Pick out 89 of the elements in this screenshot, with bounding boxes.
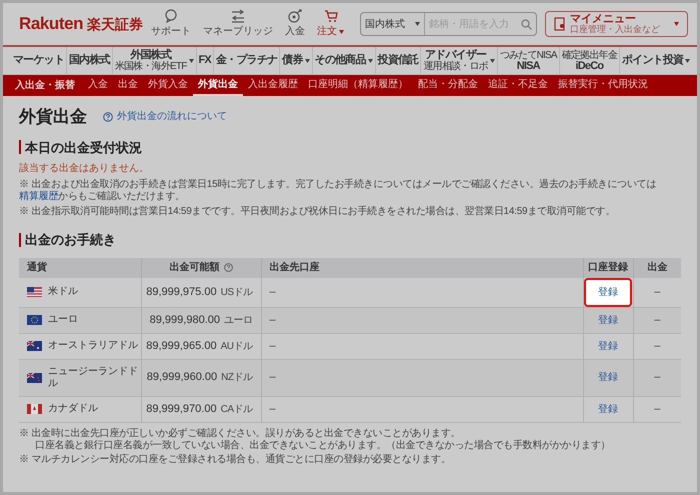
column-header: 口座登録 [583,258,633,278]
flag-icon [27,404,42,414]
withdraw-value: – [654,340,660,352]
register-link[interactable]: 登録 [590,365,626,390]
section-heading: 出金のお手続き [25,231,116,249]
flag-icon [27,287,42,297]
withdraw-value: – [654,286,660,298]
amount-value: 89,999,980.00 [150,314,220,326]
notice-text: 該当する出金はありません。 [19,162,150,176]
account-value: – [270,286,276,298]
nav-item[interactable]: 外国株式 米国株・海外ETF [112,47,196,74]
flag-icon [27,341,42,351]
nav-item[interactable]: 確定拠出年金 iDeCo [558,47,619,74]
nav-item[interactable]: 債券 [279,47,312,74]
amount-value: 89,999,975.00 [146,286,217,298]
currency-name: 米ドル [48,286,78,298]
note-text: ※ マルチカレンシー対応の口座をご登録される場合も、通貨ごとに口座の登録が必要となります。 [19,454,452,466]
section-label: 入出金・振替 [14,78,76,93]
flag-icon [27,372,42,382]
amount-value: 89,999,970.00 [146,402,217,415]
currency-unit: CAドル [220,404,252,415]
nav-item[interactable]: マーケット [11,47,66,74]
subnav-tab[interactable]: 外貨入金 [143,75,193,96]
register-link[interactable]: 登録 [590,396,626,422]
caret-icon [415,22,420,26]
note-text: ※ 出金時に出金先口座が正しいか必ずご確認ください。誤りがあると出金できないことがあります。 [19,428,462,440]
subnav-tab[interactable]: 外貨出金 [193,75,243,96]
register-link[interactable]: 登録 [584,278,632,306]
account-value: – [270,371,276,384]
subnav-tab[interactable]: 出金 [113,75,143,96]
note-text: ※ 出金指示取消可能時間は営業日14:59までです。平日夜間および祝休日にお手続きをされた場合は、翌営業日14:59まで取消可能です。 [19,206,616,218]
my-menu-button[interactable]: マイメニュー 口座管理・入出金など [545,11,688,37]
column-header: 出金 [633,258,681,278]
account-value: – [270,402,276,415]
subnav-tab[interactable]: 入金 [83,75,113,96]
currency-unit: USドル [220,286,252,298]
account-value: – [270,340,276,352]
nav-item[interactable]: 投資信託 [374,47,420,74]
account-value: – [270,314,276,326]
currency-unit: NZドル [221,372,252,384]
nav-item[interactable]: FX [196,47,213,74]
header-tool-button[interactable]: 入金 [285,9,306,39]
nav-item[interactable]: ポイント投資 [618,47,692,74]
subnav-tab[interactable]: 口座明細（精算履歴） [303,75,413,96]
section-heading: 本日の出金受付状況 [25,138,142,156]
register-link[interactable]: 登録 [590,308,626,332]
amount-value: 89,999,965.00 [146,340,217,352]
nav-item[interactable]: 国内株式 [66,47,112,74]
help-link[interactable]: 外貨出金の流れについて [103,109,227,124]
nav-item[interactable]: その他商品 [312,47,375,74]
logo-text[interactable]: 楽天証券 [87,14,144,36]
withdraw-value: – [654,402,660,415]
note-text: 口座名義と銀行口座名義が一致していない場合、出金できないことがあります。（出金できなかった場合でも手数料がかかります） [34,440,612,452]
column-header: 出金可能額 [170,260,220,275]
subnav-tab[interactable]: 入出金履歴 [243,75,303,96]
currency-unit: AUドル [220,340,252,352]
column-header: 通貨 [19,258,141,278]
withdraw-value: – [654,314,660,326]
question-icon [103,112,113,122]
column-header: 出金先口座 [261,258,583,278]
history-link[interactable]: 精算履歴 [19,191,58,202]
note-text: ※ 出金および出金取消のお手続きは営業日15時に完了します。完了したお手続きについてはメールでご確認ください。過去のお手続きについては 精算履歴からもご確認いただけます。 [19,179,658,203]
header-tool-button[interactable]: マネーブリッジ [203,9,274,39]
logo-text[interactable]: Rakuten [19,11,84,37]
transfer-arrows-icon [231,9,246,23]
nav-item[interactable]: アドバイザー 運用相談・ロボ [420,47,497,74]
currency-name: ニュージーランドドル [48,366,139,390]
currency-name: カナダドル [48,403,98,415]
cart-icon [324,9,338,23]
category-dropdown[interactable]: 国内株式 [361,13,426,35]
nav-item[interactable]: つみたてNISA NISA [496,47,559,74]
chat-bubble-icon [164,9,178,23]
nav-item[interactable]: 金・プラチナ [212,47,280,74]
subnav-tab[interactable]: 振替実行・代用状況 [553,75,653,96]
subnav-tab[interactable]: 追証・不足金 [483,75,553,96]
header-tool-button[interactable]: 注文 [317,9,344,39]
register-link[interactable]: 登録 [590,334,626,358]
flag-icon [27,315,42,325]
currency-name: オーストラリアドル [48,340,138,352]
question-icon [224,263,232,272]
page-title: 外貨出金 [19,106,87,128]
currency-unit: ユーロ [224,314,252,326]
search-icon [521,18,532,30]
subnav-tab[interactable]: 配当・分配金 [413,75,483,96]
withdraw-value: – [654,371,660,384]
caret-icon [674,22,680,26]
amount-value: 89,999,960.00 [146,371,218,384]
header-tool-button[interactable]: サポート [151,9,192,39]
currency-name: ユーロ [48,314,78,326]
